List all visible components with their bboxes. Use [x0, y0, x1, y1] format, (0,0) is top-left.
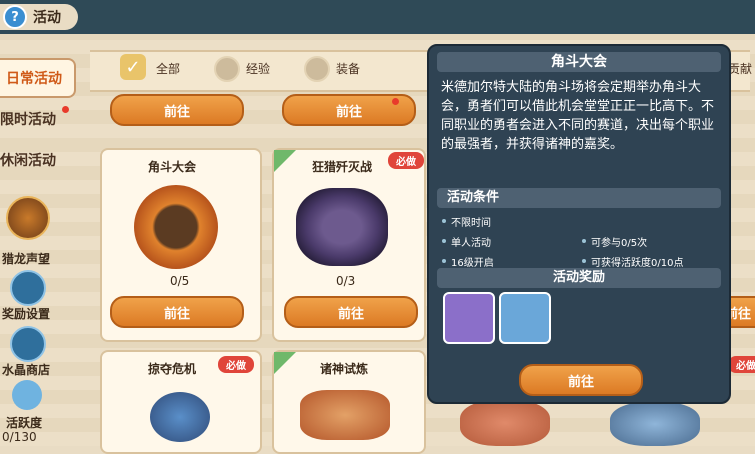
- help-icon[interactable]: ?: [3, 5, 27, 29]
- header-tab: ? 活动: [0, 4, 78, 30]
- character-icon: [610, 402, 700, 446]
- conditions-header: 活动条件: [437, 188, 721, 208]
- must-do-badge: 必做: [728, 356, 755, 373]
- go-button[interactable]: 前往: [110, 94, 244, 126]
- filter-contribution[interactable]: 贡献: [728, 60, 752, 77]
- filter-exp-icon[interactable]: [214, 56, 240, 82]
- go-button[interactable]: 前往: [110, 296, 244, 328]
- card-title: 狂猎歼灭战: [312, 160, 373, 174]
- top-header: ? 活动: [0, 0, 755, 34]
- page-title: 活动: [33, 10, 61, 26]
- flag-icon: [274, 352, 296, 374]
- condition-item: 可获得活跃度0/10点: [581, 254, 683, 269]
- tab-label: 限时活动: [0, 112, 56, 128]
- filter-all[interactable]: 全部: [156, 60, 180, 77]
- popup-go-button[interactable]: 前往: [519, 364, 643, 396]
- condition-item: 16级开启: [442, 254, 494, 269]
- go-button[interactable]: 前往: [284, 296, 418, 328]
- card-title: 诸神试炼: [320, 362, 369, 376]
- gear-icon[interactable]: [10, 270, 46, 306]
- notification-dot: [392, 98, 399, 105]
- sidebar-item-label: 奖励设置: [2, 307, 51, 321]
- character-icon: [150, 392, 210, 442]
- tab-leisure-activity[interactable]: 休闲活动: [0, 145, 56, 175]
- potion-reward-icon[interactable]: [499, 292, 551, 344]
- notification-dot: [62, 106, 69, 113]
- card-count: 0/5: [170, 274, 190, 288]
- filter-equip-icon[interactable]: [304, 56, 330, 82]
- activity-value: 0/130: [2, 430, 37, 444]
- tab-limited-activity[interactable]: 限时活动: [0, 104, 56, 134]
- rewards-header: 活动奖励: [437, 268, 721, 288]
- sidebar-item-label: 水晶商店: [2, 363, 51, 377]
- card-title: 掠夺危机: [148, 362, 197, 376]
- must-do-badge: 必做: [388, 152, 424, 169]
- tab-label: 日常活动: [6, 71, 62, 87]
- condition-item: 可参与0/5次: [581, 234, 647, 249]
- tab-daily-activity[interactable]: 日常活动: [0, 58, 76, 98]
- condition-item: 不限时间: [442, 214, 491, 229]
- sidebar-item-label: 猎龙声望: [2, 252, 51, 266]
- card-title: 角斗大会: [148, 160, 197, 174]
- dragon-emblem-icon[interactable]: [6, 196, 50, 240]
- character-icon: [460, 400, 550, 446]
- filter-exp[interactable]: 经验: [246, 60, 270, 77]
- monster-icon: [296, 188, 388, 266]
- card-count: 0/3: [336, 274, 356, 288]
- activity-label: 活跃度: [6, 416, 43, 430]
- popup-description: 米德加尔特大陆的角斗场将会定期举办角斗大会，勇者们可以借此机会堂堂正正一比高下。…: [441, 80, 715, 152]
- must-do-badge: 必做: [218, 356, 254, 373]
- condition-item: 单人活动: [442, 234, 491, 249]
- flag-icon: [274, 150, 296, 172]
- popup-title: 角斗大会: [437, 52, 721, 72]
- tab-label: 休闲活动: [0, 153, 56, 169]
- check-icon[interactable]: ✓: [120, 54, 146, 80]
- filter-equip[interactable]: 装备: [336, 60, 360, 77]
- activity-detail-popup: 角斗大会 米德加尔特大陆的角斗场将会定期举办角斗大会，勇者们可以借此机会堂堂正正…: [427, 44, 731, 404]
- crystal-icon[interactable]: [10, 326, 46, 362]
- temple-icon: [300, 390, 390, 440]
- crossed-swords-icon: [134, 185, 218, 269]
- shield-reward-icon[interactable]: [443, 292, 495, 344]
- activity-mascot-icon: [12, 380, 42, 410]
